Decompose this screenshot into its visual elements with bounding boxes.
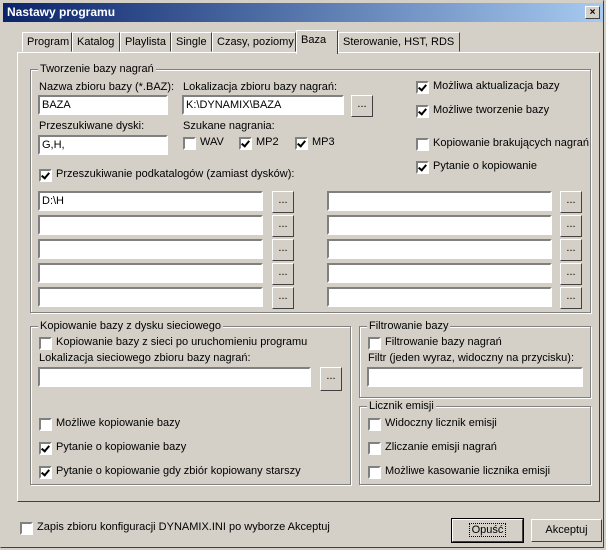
tab-single[interactable]: Single: [171, 32, 212, 52]
possible-copy-checkbox[interactable]: [39, 418, 52, 431]
db-name-input[interactable]: BAZA: [38, 95, 168, 115]
filter-db-label: Filtrowanie bazy nagrań: [385, 336, 502, 348]
cancel-button-label: Opuść: [468, 523, 507, 537]
wav-label: WAV: [200, 136, 224, 148]
mp2-checkbox[interactable]: [239, 137, 252, 150]
ask-copy-label: Pytanie o kopiowanie: [433, 160, 537, 172]
copy-on-start-checkbox[interactable]: [39, 337, 52, 350]
tab-sterowanie[interactable]: Sterowanie, HST, RDS: [338, 32, 460, 52]
disks-label: Przeszukiwane dyski:: [39, 120, 145, 132]
title-bar: Nastawy programu ×: [3, 3, 603, 22]
folder-browse-button-6[interactable]: ...: [560, 191, 582, 213]
reset-counter-checkbox[interactable]: [368, 466, 381, 479]
copy-on-start-label: Kopiowanie bazy z sieci po uruchomieniu …: [56, 336, 308, 348]
filter-group-title: Filtrowanie bazy: [367, 320, 451, 332]
possible-copy-label: Możliwe kopiowanie bazy: [56, 417, 181, 429]
folder-input-4[interactable]: [38, 263, 263, 283]
copy-missing-label: Kopiowanie brakujących nagrań: [433, 137, 589, 149]
mp3-label: MP3: [312, 136, 335, 148]
folder-input-6[interactable]: [327, 191, 552, 211]
db-location-input[interactable]: K:\DYNAMIX\BAZA: [182, 95, 344, 115]
tab-baza[interactable]: Baza: [296, 30, 338, 54]
create-db-checkbox[interactable]: [416, 105, 429, 118]
folder-input-7[interactable]: [327, 215, 552, 235]
network-location-label: Lokalizacja sieciowego zbioru bazy nagra…: [39, 352, 251, 364]
db-location-browse-button[interactable]: ...: [351, 95, 373, 117]
network-location-input[interactable]: [38, 367, 311, 387]
ask-copy-older-label: Pytanie o kopiowanie gdy zbiór kopiowany…: [56, 465, 301, 477]
db-location-label: Lokalizacja zbioru bazy nagrań:: [183, 81, 338, 93]
visible-counter-label: Widoczny licznik emisji: [385, 417, 497, 429]
folder-input-1[interactable]: D:\H: [38, 191, 263, 211]
cancel-button[interactable]: Opuść: [451, 518, 524, 543]
filter-word-label: Filtr (jeden wyraz, widoczny na przycisk…: [368, 352, 575, 364]
network-copy-group: Kopiowanie bazy z dysku sieciowego: [30, 320, 351, 485]
update-db-checkbox[interactable]: [416, 81, 429, 94]
folder-input-10[interactable]: [327, 287, 552, 307]
folder-browse-button-10[interactable]: ...: [560, 287, 582, 309]
folder-browse-button-3[interactable]: ...: [272, 239, 294, 261]
mp3-checkbox[interactable]: [295, 137, 308, 150]
window-title: Nastawy programu: [7, 5, 116, 19]
network-copy-group-title: Kopiowanie bazy z dysku sieciowego: [38, 320, 223, 332]
network-location-browse-button[interactable]: ...: [320, 367, 342, 391]
db-creation-group-title: Tworzenie bazy nagrań: [38, 63, 156, 75]
folder-input-9[interactable]: [327, 263, 552, 283]
folder-browse-button-7[interactable]: ...: [560, 215, 582, 237]
save-ini-label: Zapis zbioru konfiguracji DYNAMIX.INI po…: [37, 521, 330, 533]
ask-copy-checkbox[interactable]: [416, 161, 429, 174]
update-db-label: Możliwa aktualizacja bazy: [433, 80, 560, 92]
search-types-label: Szukane nagrania:: [183, 120, 275, 132]
folder-input-5[interactable]: [38, 287, 263, 307]
mp2-label: MP2: [256, 136, 279, 148]
ask-copy-older-checkbox[interactable]: [39, 466, 52, 479]
tab-czasy-poziomy[interactable]: Czasy, poziomy: [212, 32, 296, 52]
tab-program[interactable]: Program: [22, 32, 72, 52]
visible-counter-checkbox[interactable]: [368, 418, 381, 431]
wav-checkbox[interactable]: [183, 137, 196, 150]
subdir-search-checkbox[interactable]: [39, 169, 52, 182]
ask-copy-db-checkbox[interactable]: [39, 442, 52, 455]
db-name-label: Nazwa zbioru bazy (*.BAZ):: [39, 81, 175, 93]
emission-counter-group-title: Licznik emisji: [367, 400, 436, 412]
create-db-label: Możliwe tworzenie bazy: [433, 104, 550, 116]
reset-counter-label: Możliwe kasowanie licznika emisji: [385, 465, 551, 477]
count-emissions-label: Zliczanie emisji nagrań: [385, 441, 497, 453]
close-button[interactable]: ×: [585, 6, 600, 19]
folder-browse-button-4[interactable]: ...: [272, 263, 294, 285]
folder-input-3[interactable]: [38, 239, 263, 259]
folder-browse-button-5[interactable]: ...: [272, 287, 294, 309]
save-ini-checkbox[interactable]: [20, 522, 33, 535]
accept-button[interactable]: Akceptuj: [531, 519, 602, 542]
filter-word-input[interactable]: [367, 367, 583, 387]
count-emissions-checkbox[interactable]: [368, 442, 381, 455]
tab-katalog[interactable]: Katalog: [72, 32, 120, 52]
tab-playlista[interactable]: Playlista: [120, 32, 171, 52]
folder-input-2[interactable]: [38, 215, 263, 235]
disks-input[interactable]: G,H,: [38, 135, 168, 155]
copy-missing-checkbox[interactable]: [416, 138, 429, 151]
folder-browse-button-1[interactable]: ...: [272, 191, 294, 213]
folder-browse-button-9[interactable]: ...: [560, 263, 582, 285]
folder-browse-button-2[interactable]: ...: [272, 215, 294, 237]
settings-window: Nastawy programu × Program Katalog Playl…: [0, 0, 604, 548]
folder-browse-button-8[interactable]: ...: [560, 239, 582, 261]
ask-copy-db-label: Pytanie o kopiowanie bazy: [56, 441, 187, 453]
filter-db-checkbox[interactable]: [368, 337, 381, 350]
folder-input-8[interactable]: [327, 239, 552, 259]
subdir-search-label: Przeszukiwanie podkatalogów (zamiast dys…: [56, 168, 295, 180]
